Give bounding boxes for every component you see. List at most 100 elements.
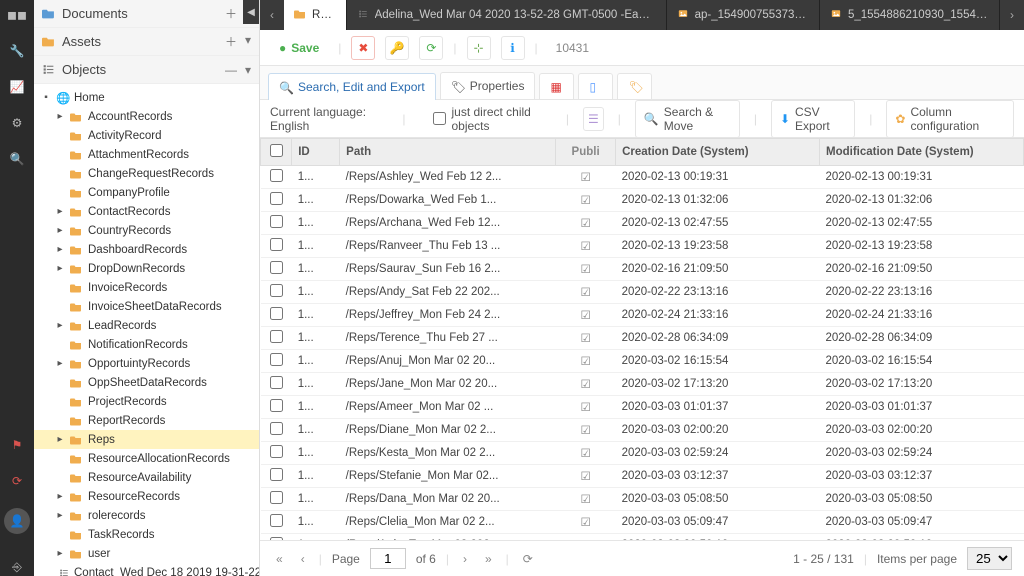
- subtab-properties[interactable]: 🏷Properties: [440, 72, 536, 99]
- expand-icon[interactable]: ▸: [54, 548, 66, 559]
- row-checkbox[interactable]: [270, 491, 283, 504]
- tree-item[interactable]: ▸CountryRecords: [34, 221, 259, 240]
- row-checkbox[interactable]: [270, 215, 283, 228]
- row-checkbox[interactable]: [270, 192, 283, 205]
- avatar[interactable]: 👤: [4, 508, 30, 534]
- tree-item[interactable]: ReportRecords: [34, 411, 259, 430]
- row-checkbox[interactable]: [270, 537, 283, 540]
- tab-next-button[interactable]: ›: [1000, 0, 1024, 30]
- first-page-button[interactable]: «: [272, 550, 287, 568]
- expand-icon[interactable]: ▸: [54, 510, 66, 521]
- table-row[interactable]: 1.../Reps/Dowarka_Wed Feb 1...☑2020-02-1…: [261, 189, 1024, 212]
- row-checkbox[interactable]: [270, 238, 283, 251]
- column-config-button[interactable]: ✿Column configuration: [886, 100, 1014, 138]
- search-icon[interactable]: 🔍: [8, 150, 26, 168]
- table-row[interactable]: 1.../Reps/Jeffrey_Mon Feb 24 2...☑2020-0…: [261, 304, 1024, 327]
- grid-icon[interactable]: ◼◼: [8, 6, 26, 24]
- row-checkbox[interactable]: [270, 445, 283, 458]
- tree-item[interactable]: ▸DashboardRecords: [34, 240, 259, 259]
- table-row[interactable]: 1.../Reps/Diane_Mon Mar 02 2...☑2020-03-…: [261, 419, 1024, 442]
- tree-item[interactable]: InvoiceSheetDataRecords: [34, 297, 259, 316]
- chart-icon[interactable]: 📈: [8, 78, 26, 96]
- direct-children-checkbox[interactable]: just direct child objects: [433, 105, 551, 133]
- col-published[interactable]: Publi: [556, 139, 616, 166]
- table-row[interactable]: 1.../Reps/Dana_Mon Mar 02 20...☑2020-03-…: [261, 488, 1024, 511]
- row-checkbox[interactable]: [270, 376, 283, 389]
- search-move-button[interactable]: 🔍Search & Move: [635, 100, 740, 138]
- col-id[interactable]: ID: [292, 139, 340, 166]
- tree-item[interactable]: ResourceAllocationRecords: [34, 449, 259, 468]
- tree-item[interactable]: ▸DropDownRecords: [34, 259, 259, 278]
- tree-home[interactable]: ▪ 🌐 Home: [34, 88, 259, 107]
- row-checkbox[interactable]: [270, 284, 283, 297]
- expand-icon[interactable]: ▸: [54, 263, 66, 274]
- tree-item[interactable]: ProjectRecords: [34, 392, 259, 411]
- tab[interactable]: ap-_1549007553731.jpg: [667, 0, 820, 30]
- row-checkbox[interactable]: [270, 468, 283, 481]
- next-page-button[interactable]: ›: [459, 550, 471, 568]
- panel-objects[interactable]: Objects —▾: [34, 56, 259, 84]
- row-checkbox[interactable]: [270, 261, 283, 274]
- tree-item[interactable]: ▸AccountRecords: [34, 107, 259, 126]
- tree-item[interactable]: ▸Reps: [34, 430, 259, 449]
- collapse-sidebar-button[interactable]: ◀: [243, 0, 259, 24]
- tree-item[interactable]: ChangeRequestRecords: [34, 164, 259, 183]
- table-row[interactable]: 1.../Reps/Anuj_Mon Mar 02 20...☑2020-03-…: [261, 350, 1024, 373]
- tree-button[interactable]: ⊹: [467, 36, 491, 60]
- panel-documents[interactable]: Documents ＋▾: [34, 0, 259, 28]
- tree-item[interactable]: CompanyProfile: [34, 183, 259, 202]
- tree-item[interactable]: ▸rolerecords: [34, 506, 259, 525]
- subtab-search[interactable]: 🔍Search, Edit and Export: [268, 73, 436, 100]
- save-button[interactable]: ●Save: [270, 36, 328, 60]
- expand-icon[interactable]: ▸: [54, 111, 66, 122]
- col-path[interactable]: Path: [340, 139, 556, 166]
- add-icon[interactable]: ＋: [225, 5, 237, 22]
- tree-item[interactable]: TaskRecords: [34, 525, 259, 544]
- data-grid[interactable]: ID Path Publi Creation Date (System) Mod…: [260, 138, 1024, 540]
- table-row[interactable]: 1.../Reps/Saurav_Sun Feb 16 2...☑2020-02…: [261, 258, 1024, 281]
- table-row[interactable]: 1.../Reps/Terence_Thu Feb 27 ...☑2020-02…: [261, 327, 1024, 350]
- row-checkbox[interactable]: [270, 422, 283, 435]
- add-icon[interactable]: ＋: [225, 33, 237, 50]
- refresh-page-button[interactable]: ⟳: [519, 550, 537, 568]
- table-row[interactable]: 1.../Reps/Ashley_Wed Feb 12 2...☑2020-02…: [261, 166, 1024, 189]
- col-modification[interactable]: Modification Date (System): [820, 139, 1024, 166]
- logout-icon[interactable]: ⎆: [8, 558, 26, 576]
- row-checkbox[interactable]: [270, 169, 283, 182]
- table-row[interactable]: 1.../Reps/Andy_Sat Feb 22 202...☑2020-02…: [261, 281, 1024, 304]
- tree-item[interactable]: AttachmentRecords: [34, 145, 259, 164]
- table-row[interactable]: 1.../Reps/Archana_Wed Feb 12...☑2020-02-…: [261, 212, 1024, 235]
- csv-export-button[interactable]: ⬇CSV Export: [771, 100, 855, 138]
- tree-item[interactable]: OppSheetDataRecords: [34, 373, 259, 392]
- table-row[interactable]: 1.../Reps/Kesta_Mon Mar 02 2...☑2020-03-…: [261, 442, 1024, 465]
- subtab-tag[interactable]: 🏷: [617, 73, 652, 99]
- table-row[interactable]: 1.../Reps/Jane_Mon Mar 02 20...☑2020-03-…: [261, 373, 1024, 396]
- select-all-checkbox[interactable]: [261, 139, 292, 166]
- table-row[interactable]: 1.../Reps/Stefanie_Mon Mar 02...☑2020-03…: [261, 465, 1024, 488]
- wrench-icon[interactable]: 🔧: [8, 42, 26, 60]
- subtab-layout[interactable]: ▯: [578, 73, 613, 99]
- expand-icon[interactable]: ▸: [54, 206, 66, 217]
- row-checkbox[interactable]: [270, 307, 283, 320]
- tree-item[interactable]: ActivityRecord: [34, 126, 259, 145]
- tree-item[interactable]: ▸LeadRecords: [34, 316, 259, 335]
- tree-item[interactable]: ▸ResourceRecords: [34, 487, 259, 506]
- table-row[interactable]: 1.../Reps/Clelia_Mon Mar 02 2...☑2020-03…: [261, 511, 1024, 534]
- warning-icon[interactable]: ⚑: [8, 436, 26, 454]
- col-creation[interactable]: Creation Date (System): [616, 139, 820, 166]
- items-per-page-select[interactable]: 25: [967, 547, 1012, 570]
- table-row[interactable]: 1.../Reps/Ameer_Mon Mar 02 ...☑2020-03-0…: [261, 396, 1024, 419]
- expand-icon[interactable]: ▸: [54, 491, 66, 502]
- tab[interactable]: Reps: [284, 0, 347, 30]
- gear-icon[interactable]: ⚙: [8, 114, 26, 132]
- filter-icon[interactable]: ☰: [583, 107, 604, 131]
- panel-assets[interactable]: Assets ＋▾: [34, 28, 259, 56]
- row-checkbox[interactable]: [270, 330, 283, 343]
- tree-item[interactable]: ▸ContactRecords: [34, 202, 259, 221]
- expand-icon[interactable]: ▸: [54, 320, 66, 331]
- tab-prev-button[interactable]: ‹: [260, 0, 284, 30]
- minus-icon[interactable]: —: [225, 63, 237, 77]
- chevron-down-icon[interactable]: ▾: [245, 33, 251, 50]
- page-input[interactable]: [370, 548, 406, 569]
- refresh-icon[interactable]: ⟳: [8, 472, 26, 490]
